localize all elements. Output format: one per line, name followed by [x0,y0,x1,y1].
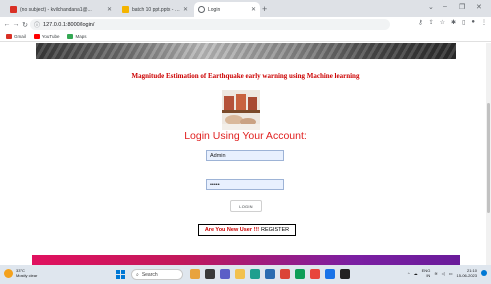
login-illustration-image [222,90,260,130]
tab-label: (no subject) - kvilchandana1@... [20,6,92,13]
maps-icon [67,34,74,39]
search-icon: ⌕ [136,271,139,278]
toolbar-actions: ⚷ ⇪ ☆ ✱ ▯ ● ⋮ [418,19,487,26]
store-icon[interactable] [265,269,275,279]
menu-icon[interactable]: ⋮ [481,19,487,26]
wifi-icon[interactable]: ≋ [434,271,437,276]
weather-icon [4,268,13,278]
app-icon[interactable] [340,269,350,279]
bookmark-gmail[interactable]: Gmail [6,34,26,39]
url-text: 127.0.0.1:8000/login/ [43,21,95,28]
battery-icon[interactable]: ▭ [449,271,453,276]
taskbar: 33°C Mostly clear ⌕ Search ^ ☁ ENG IN ≋ … [0,265,491,284]
taskbar-apps [190,269,350,279]
minimize-button[interactable]: – [443,3,447,10]
bookmark-maps[interactable]: Maps [67,34,86,39]
bookmark-youtube[interactable]: YouTube [33,34,60,39]
close-window-button[interactable]: ✕ [476,3,482,11]
sidebar-icon[interactable]: ▯ [462,19,465,26]
hero-banner-image [36,43,456,59]
slides-icon [122,6,129,13]
date-text: 15-06-2023 [456,273,477,278]
close-icon[interactable]: ✕ [183,6,188,13]
gmail-icon [6,34,12,39]
gmail-icon [10,6,17,13]
start-button[interactable] [116,270,125,279]
browser-toolbar: ← → ↻ ⓘ 127.0.0.1:8000/login/ ⚷ ⇪ ☆ ✱ ▯ … [0,17,491,32]
app-icon[interactable] [295,269,305,279]
page-content: Magnitude Estimation of Earthquake early… [0,43,491,265]
register-box: Are You New User !!! REGISTER [198,224,296,236]
onedrive-icon[interactable]: ☁ [414,271,418,276]
extensions-icon[interactable]: ✱ [451,19,456,26]
browser-tab-strip: (no subject) - kvilchandana1@... ✕ batch… [0,0,491,17]
scrollbar[interactable] [486,43,491,265]
app-icon[interactable] [325,269,335,279]
chevron-down-icon[interactable]: ⌄ [428,3,434,11]
star-icon[interactable]: ☆ [440,19,445,26]
teams-icon[interactable] [220,269,230,279]
tab-label: Login [208,6,221,13]
speaker-icon[interactable]: ◁ [442,271,445,276]
footer-bar [32,255,460,265]
restore-button[interactable]: ❐ [459,3,465,11]
bookmark-label: YouTube [41,34,60,39]
close-icon[interactable]: ✕ [251,6,256,13]
username-input[interactable]: Admin [206,150,284,161]
key-icon[interactable]: ⚷ [418,19,422,26]
region-code: IN [426,273,431,278]
bookmark-label: Maps [75,34,87,39]
page-headline: Magnitude Estimation of Earthquake early… [131,72,360,80]
site-info-icon[interactable]: ⓘ [34,20,40,29]
login-title: Login Using Your Account: [184,130,307,142]
bookmark-label: Gmail [14,34,26,39]
notification-icon[interactable] [481,270,487,276]
file-explorer-icon[interactable] [235,269,245,279]
weather-widget[interactable]: 33°C Mostly clear [4,268,37,278]
tab-slides[interactable]: batch 10 ppt.pptx - Google Sli... ✕ [118,2,192,17]
chrome-icon[interactable] [280,269,290,279]
register-prompt: Are You New User !!! [204,227,260,233]
reload-icon[interactable]: ↻ [20,21,30,29]
clock[interactable]: 21:10 15-06-2023 [457,268,477,278]
share-icon[interactable]: ⇪ [429,19,434,26]
tab-label: batch 10 ppt.pptx - Google Sli... [132,6,180,13]
register-link[interactable]: REGISTER [261,227,289,233]
edge-icon[interactable] [250,269,260,279]
system-tray: ^ ☁ ENG IN ≋ ◁ ▭ 21:10 15-06-2023 [408,268,487,278]
tab-login[interactable]: Login ✕ [194,2,260,17]
chevron-up-icon[interactable]: ^ [408,271,410,276]
scrollbar-thumb[interactable] [487,103,490,213]
globe-icon [198,6,205,13]
password-input[interactable]: ••••• [206,179,284,190]
search-placeholder: Search [141,271,158,278]
bookmarks-bar: Gmail YouTube Maps [0,32,491,42]
youtube-icon [33,34,40,39]
weather-desc: Mostly clear [16,273,38,278]
close-icon[interactable]: ✕ [107,6,112,13]
language-indicator[interactable]: ENG IN [422,268,431,278]
new-tab-button[interactable]: + [262,3,267,15]
tab-mail[interactable]: (no subject) - kvilchandana1@... ✕ [6,2,116,17]
address-bar[interactable]: ⓘ 127.0.0.1:8000/login/ [30,19,390,30]
widgets-icon[interactable] [190,269,200,279]
profile-icon[interactable]: ● [471,19,475,26]
task-view-icon[interactable] [205,269,215,279]
app-icon[interactable] [310,269,320,279]
login-button[interactable]: LOGIN [230,200,262,212]
taskbar-search[interactable]: ⌕ Search [131,269,183,280]
